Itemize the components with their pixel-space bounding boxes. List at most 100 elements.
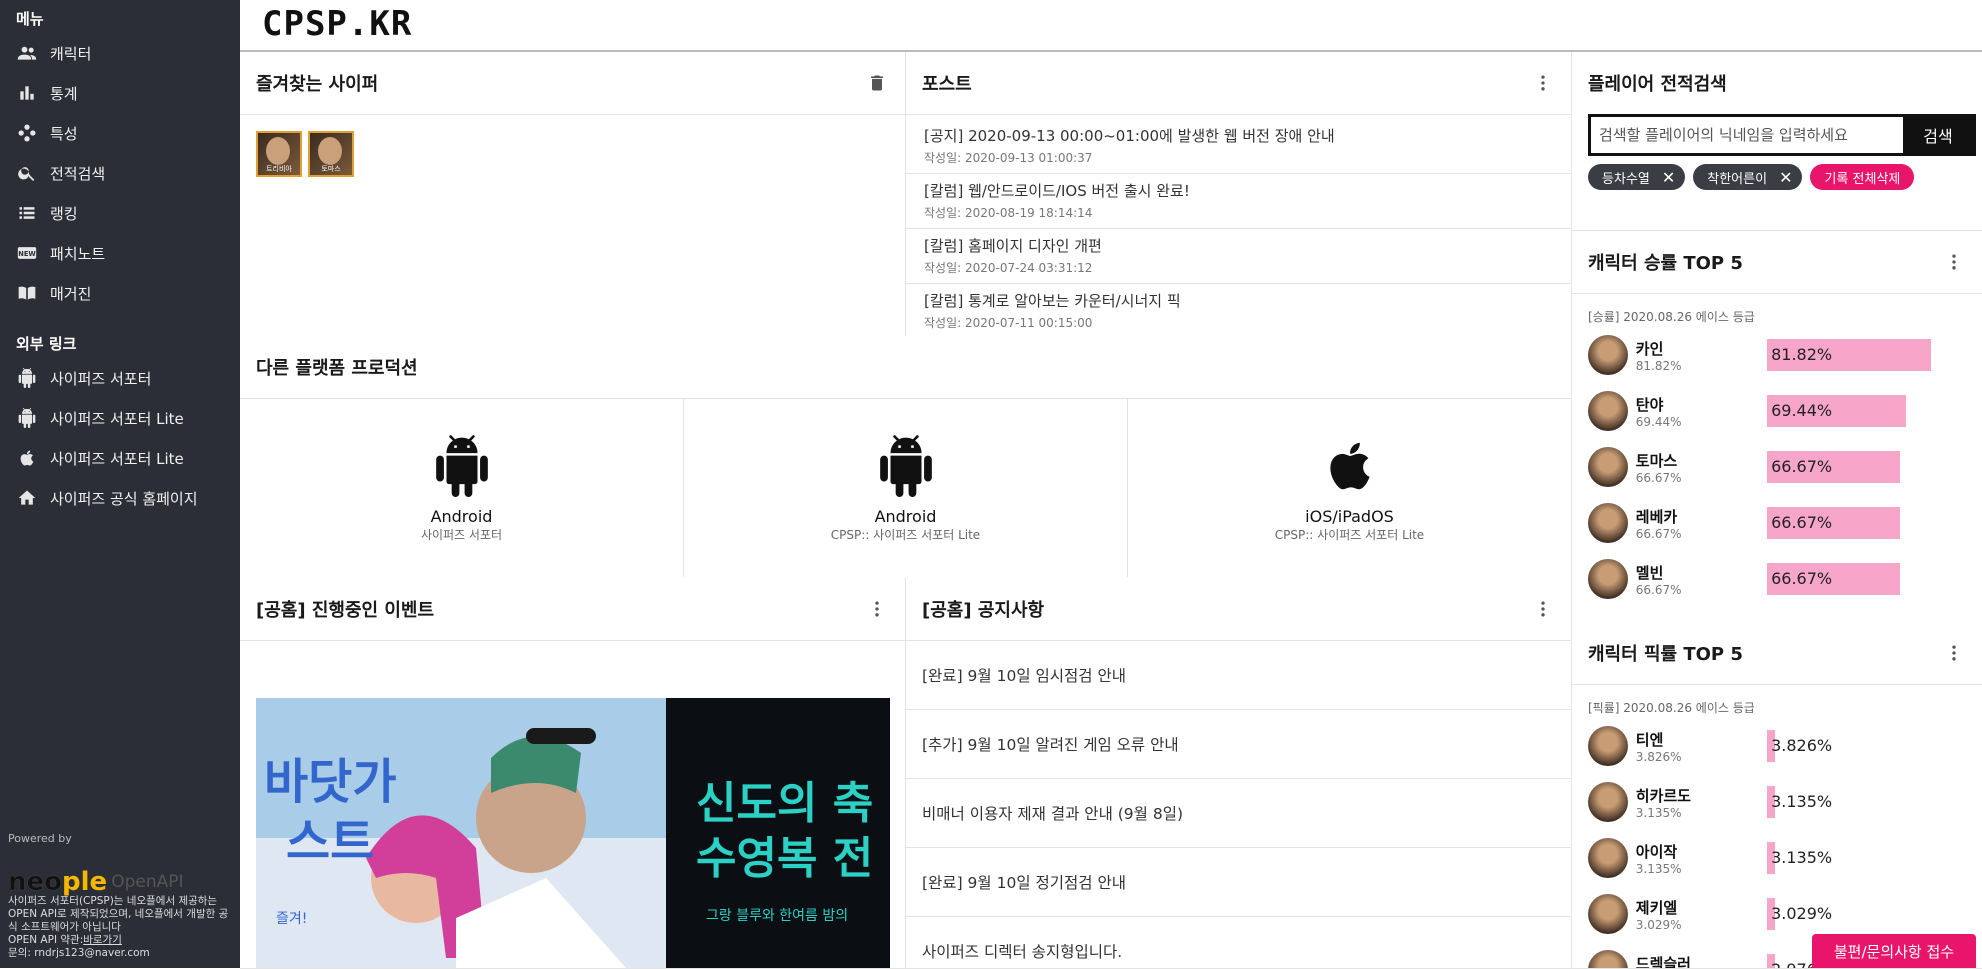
top5-row[interactable]: 멜빈66.67%66.67% (1572, 551, 1982, 607)
close-icon[interactable]: ✕ (1662, 168, 1675, 187)
sidebar-link-official-homepage[interactable]: 사이퍼즈 공식 홈페이지 (0, 478, 240, 518)
character-name: 탄야 (1636, 394, 1767, 415)
more-vert-icon[interactable] (1531, 71, 1555, 95)
card-title: 캐릭터 승률 TOP 5 (1588, 249, 1743, 275)
platform-android-supporter[interactable]: Android 사이퍼즈 서포터 (240, 399, 684, 577)
top5-name-block: 탄야69.44% (1636, 394, 1767, 429)
card-header: 즐겨찾는 사이퍼 (240, 52, 905, 115)
sidebar-item-label: 사이퍼즈 서포터 Lite (50, 408, 184, 429)
character-avatar (1588, 726, 1628, 766)
notice-list: [완료] 9월 10일 임시점검 안내 [추가] 9월 10일 알려진 게임 오… (906, 641, 1571, 969)
post-title: [칼럼] 웹/안드로이드/IOS 버전 출시 완료! (924, 180, 1553, 201)
rate-bar: 69.44% (1767, 395, 1966, 427)
feedback-button[interactable]: 불편/문의사항 접수 (1812, 934, 1976, 968)
top5-name-block: 제키엘3.029% (1636, 897, 1767, 932)
sidebar-item-label: 사이퍼즈 공식 홈페이지 (50, 488, 198, 509)
sidebar-item-stats[interactable]: 통계 (0, 73, 240, 113)
footer-description: 사이퍼즈 서포터(CPSP)는 네오플에서 제공하는 OPEN API로 제작되… (8, 895, 234, 934)
event-banner[interactable]: 바닷가 스트 즐겨! 신도의 축 수영복 전 그랑 블루와 한여름 밤의 (256, 698, 890, 968)
post-date: 작성일: 2020-07-24 03:31:12 (924, 259, 1553, 276)
sidebar-footer: Powered by neopleOpenAPI 사이퍼즈 서포터(CPSP)는… (8, 832, 234, 960)
people-icon (16, 42, 38, 64)
terms-link[interactable]: 바로가기 (83, 934, 122, 946)
character-avatar (1588, 335, 1628, 375)
sidebar-item-label: 캐릭터 (50, 43, 91, 64)
top5-row[interactable]: 토마스66.67%66.67% (1572, 439, 1982, 495)
sidebar-item-ranking[interactable]: 랭킹 (0, 193, 240, 233)
logo-part: ple (62, 876, 107, 889)
top5-row[interactable]: 카인81.82%81.82% (1572, 327, 1982, 383)
brand-logo[interactable]: CPSP.KR (262, 4, 412, 44)
history-chip[interactable]: 착한어른이✕ (1693, 164, 1802, 190)
card-header: 포스트 (906, 52, 1571, 115)
post-item[interactable]: [칼럼] 홈페이지 디자인 개편 작성일: 2020-07-24 03:31:1… (906, 229, 1571, 284)
character-avatar (1588, 838, 1628, 878)
sidebar-item-record-search[interactable]: 전적검색 (0, 153, 240, 193)
top5-subtitle: [승률] 2020.08.26 에이스 등급 (1572, 294, 1982, 327)
player-search-input[interactable] (1591, 117, 1903, 153)
notice-item[interactable]: [추가] 9월 10일 알려진 게임 오류 안내 (906, 710, 1571, 779)
terms-label: OPEN API 약관: (8, 934, 83, 946)
post-item[interactable]: [칼럼] 통계로 알아보는 카운터/시너지 픽 작성일: 2020-07-11 … (906, 284, 1571, 336)
post-item[interactable]: [공지] 2020-09-13 00:00~01:00에 발생한 웹 버전 장애… (906, 119, 1571, 174)
clear-history-button[interactable]: 기록 전체삭제 (1810, 164, 1914, 190)
rate-bar-label: 3.029% (1771, 904, 1832, 923)
sidebar-item-characters[interactable]: 캐릭터 (0, 33, 240, 73)
sidebar-item-patch-notes[interactable]: 패치노트 (0, 233, 240, 273)
top5-name-block: 히카르도3.135% (1636, 785, 1767, 820)
more-vert-icon[interactable] (1531, 597, 1555, 621)
platform-ios-lite[interactable]: iOS/iPadOS CPSP:: 사이퍼즈 서포터 Lite (1128, 399, 1571, 577)
search-button[interactable]: 검색 (1903, 117, 1973, 153)
character-rate: 3.826% (1636, 750, 1767, 764)
character-rate: 66.67% (1636, 583, 1767, 597)
rate-bar-label: 66.67% (1771, 513, 1832, 532)
character-rate: 66.67% (1636, 471, 1767, 485)
platform-android-lite[interactable]: Android CPSP:: 사이퍼즈 서포터 Lite (684, 399, 1128, 577)
favorite-cypher[interactable]: 트리비아 (256, 131, 302, 177)
card-title: 포스트 (922, 70, 972, 96)
top5-row[interactable]: 티엔3.826%3.826% (1572, 718, 1982, 774)
rate-bar: 66.67% (1767, 563, 1966, 595)
post-date: 작성일: 2020-09-13 01:00:37 (924, 149, 1553, 166)
notice-item[interactable]: 사이퍼즈 디렉터 송지형입니다. (906, 917, 1571, 969)
sidebar-item-magazine[interactable]: 매거진 (0, 273, 240, 313)
close-icon[interactable]: ✕ (1779, 168, 1792, 187)
character-rate: 3.029% (1636, 918, 1767, 932)
apple-icon (16, 447, 38, 469)
rate-bar-label: 3.826% (1771, 736, 1832, 755)
top5-row[interactable]: 탄야69.44%69.44% (1572, 383, 1982, 439)
notice-item[interactable]: [완료] 9월 10일 임시점검 안내 (906, 641, 1571, 710)
platform-name: iOS/iPadOS (1305, 507, 1394, 526)
sidebar-link-supporter-android[interactable]: 사이퍼즈 서포터 (0, 358, 240, 398)
top5-row[interactable]: 레베카66.67%66.67% (1572, 495, 1982, 551)
history-chip[interactable]: 등차수열✕ (1588, 164, 1685, 190)
top5-name-block: 멜빈66.67% (1636, 562, 1767, 597)
sidebar-link-supporter-lite-ios[interactable]: 사이퍼즈 서포터 Lite (0, 438, 240, 478)
sidebar-item-traits[interactable]: 특성 (0, 113, 240, 153)
character-name: 제키엘 (1636, 897, 1767, 918)
top5-row[interactable]: 히카르도3.135%3.135% (1572, 774, 1982, 830)
banner-text: 스트 (286, 814, 374, 870)
top5-row[interactable]: 아이작3.135%3.135% (1572, 830, 1982, 886)
character-rate: 69.44% (1636, 415, 1767, 429)
notice-item[interactable]: 비매너 이용자 제재 결과 안내 (9월 8일) (906, 779, 1571, 848)
post-item[interactable]: [칼럼] 웹/안드로이드/IOS 버전 출시 완료! 작성일: 2020-08-… (906, 174, 1571, 229)
post-title: [공지] 2020-09-13 00:00~01:00에 발생한 웹 버전 장애… (924, 125, 1553, 146)
favorite-cypher[interactable]: 토마스 (308, 131, 354, 177)
more-vert-icon[interactable] (865, 597, 889, 621)
top5-name-block: 티엔3.826% (1636, 729, 1767, 764)
trash-icon[interactable] (865, 71, 889, 95)
sidebar-item-label: 사이퍼즈 서포터 Lite (50, 448, 184, 469)
notice-item[interactable]: [완료] 9월 10일 정기점검 안내 (906, 848, 1571, 917)
sidebar-item-label: 특성 (50, 123, 78, 144)
card-header: [공홈] 공지사항 (906, 578, 1571, 641)
android-icon (16, 367, 38, 389)
card-header: 플레이어 전적검색 (1572, 52, 1982, 114)
search-box: 검색 (1588, 114, 1976, 156)
rate-bar: 3.135% (1767, 842, 1966, 874)
sidebar-link-supporter-lite-android[interactable]: 사이퍼즈 서포터 Lite (0, 398, 240, 438)
card-title: 캐릭터 픽률 TOP 5 (1588, 640, 1743, 666)
character-name: 티엔 (1636, 729, 1767, 750)
more-vert-icon[interactable] (1942, 641, 1966, 665)
more-vert-icon[interactable] (1942, 250, 1966, 274)
